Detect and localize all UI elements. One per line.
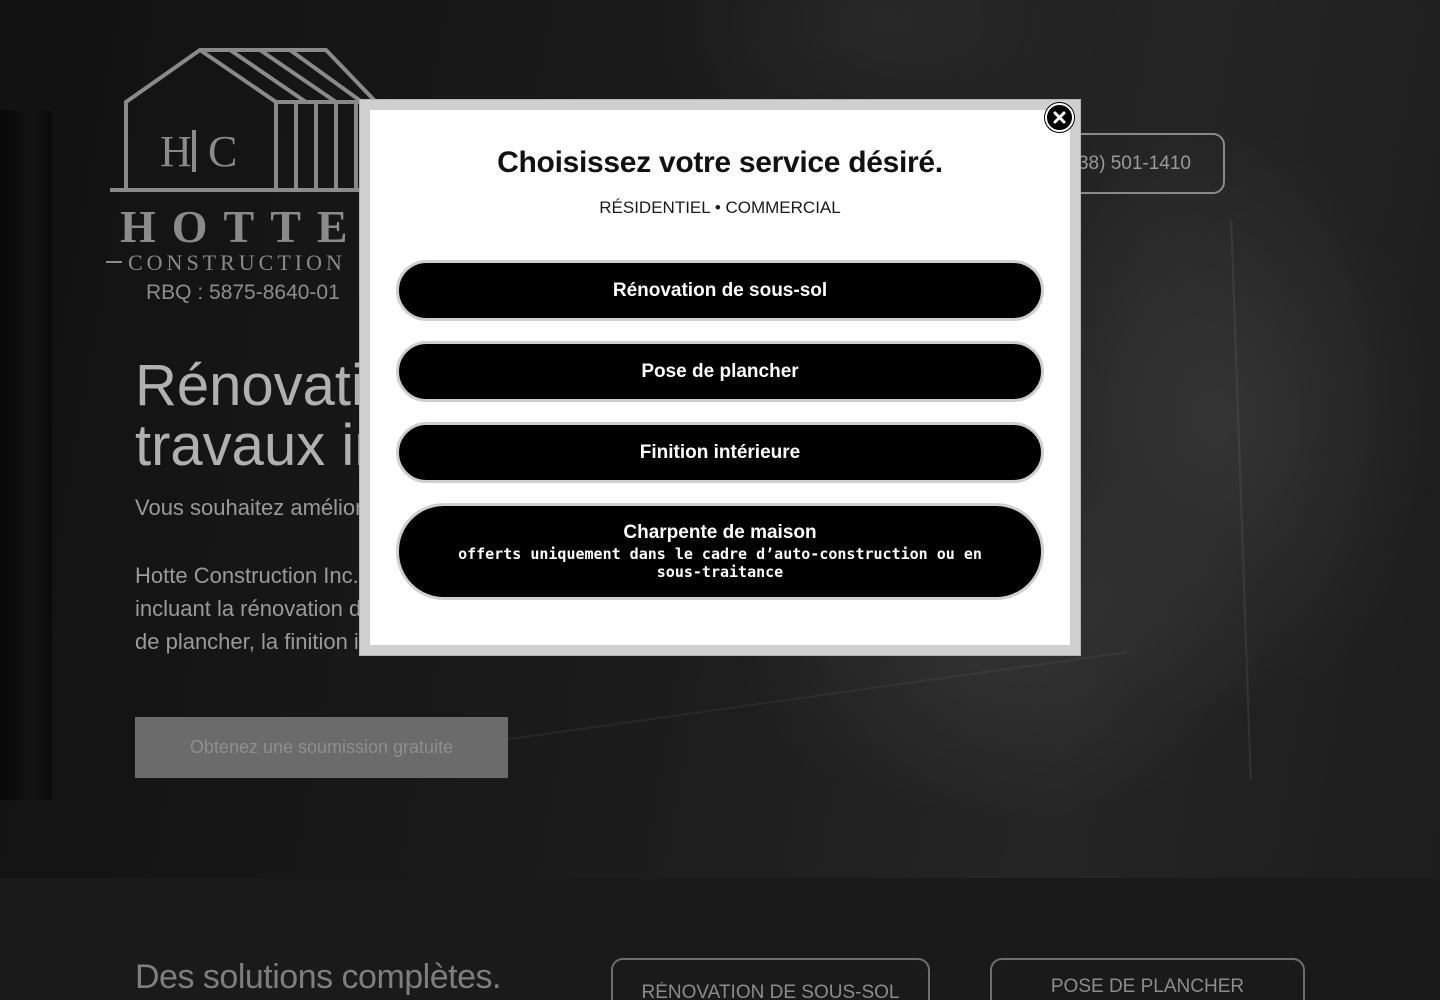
close-icon [1053, 111, 1066, 124]
modal-close-button[interactable] [1045, 103, 1074, 132]
hotte-construction-logo[interactable]: H C HOTTE CONSTRUCTION [100, 44, 390, 274]
hero-para-line2: incluant la rénovation de sous-sol, la p… [135, 596, 375, 621]
modal-subtitle: RÉSIDENTIEL • COMMERCIAL [599, 198, 841, 217]
logo-tagline: CONSTRUCTION [128, 250, 346, 274]
free-quote-button[interactable]: Obtenez une soumission gratuite [135, 717, 508, 778]
hero-title-line1: Rénovations et [135, 356, 375, 418]
service-card-basement[interactable]: RÉNOVATION DE SOUS-SOL [611, 958, 930, 1000]
option-label: Charpente de maison [623, 522, 817, 543]
phone-number: (438) 501-1410 [1061, 152, 1191, 174]
service-card-label: RÉNOVATION DE SOUS-SOL [641, 982, 900, 1000]
option-basement-renovation[interactable]: Rénovation de sous-sol [396, 260, 1044, 321]
rbq-license: RBQ : 5875-8640-01 [146, 281, 340, 304]
section-title: Des solutions complètes. [135, 958, 501, 996]
modal-title: Choisissez votre service désiré. [497, 146, 943, 179]
solutions-section: Des solutions complètes. RÉNOVATION DE S… [0, 878, 1440, 1000]
option-flooring[interactable]: Pose de plancher [396, 341, 1044, 402]
logo-monogram-right: C [208, 127, 237, 176]
hero-paragraph: Hotte Construction Inc. offre des servic… [135, 559, 375, 658]
option-label: Finition intérieure [639, 441, 801, 463]
service-card-flooring[interactable]: POSE DE PLANCHER [990, 958, 1305, 1000]
hero-para-line3: de plancher, la finition intérieure. [135, 629, 375, 654]
option-label: Rénovation de sous-sol [612, 279, 828, 301]
hero-subtitle: Vous souhaitez améliorer votre maison ? [135, 495, 375, 520]
service-selection-modal: Choisissez votre service désiré. RÉSIDEN… [360, 100, 1080, 655]
hero-para-line1: Hotte Construction Inc. offre des servic… [135, 563, 375, 588]
option-label: Pose de plancher [641, 360, 799, 382]
hero-title-line2: travaux intérieurs [135, 413, 375, 476]
logo-monogram-left: H [160, 127, 192, 176]
option-note: offerts uniquement dans le cadre d’auto-… [458, 545, 982, 581]
logo-name: HOTTE [120, 201, 364, 252]
hero-title: Rénovations et travaux intérieurs [135, 356, 375, 476]
option-interior-finishing[interactable]: Finition intérieure [396, 422, 1044, 483]
option-house-framing[interactable]: Charpente de maison offerts uniquement d… [396, 503, 1044, 600]
service-card-label: POSE DE PLANCHER [1050, 976, 1245, 997]
